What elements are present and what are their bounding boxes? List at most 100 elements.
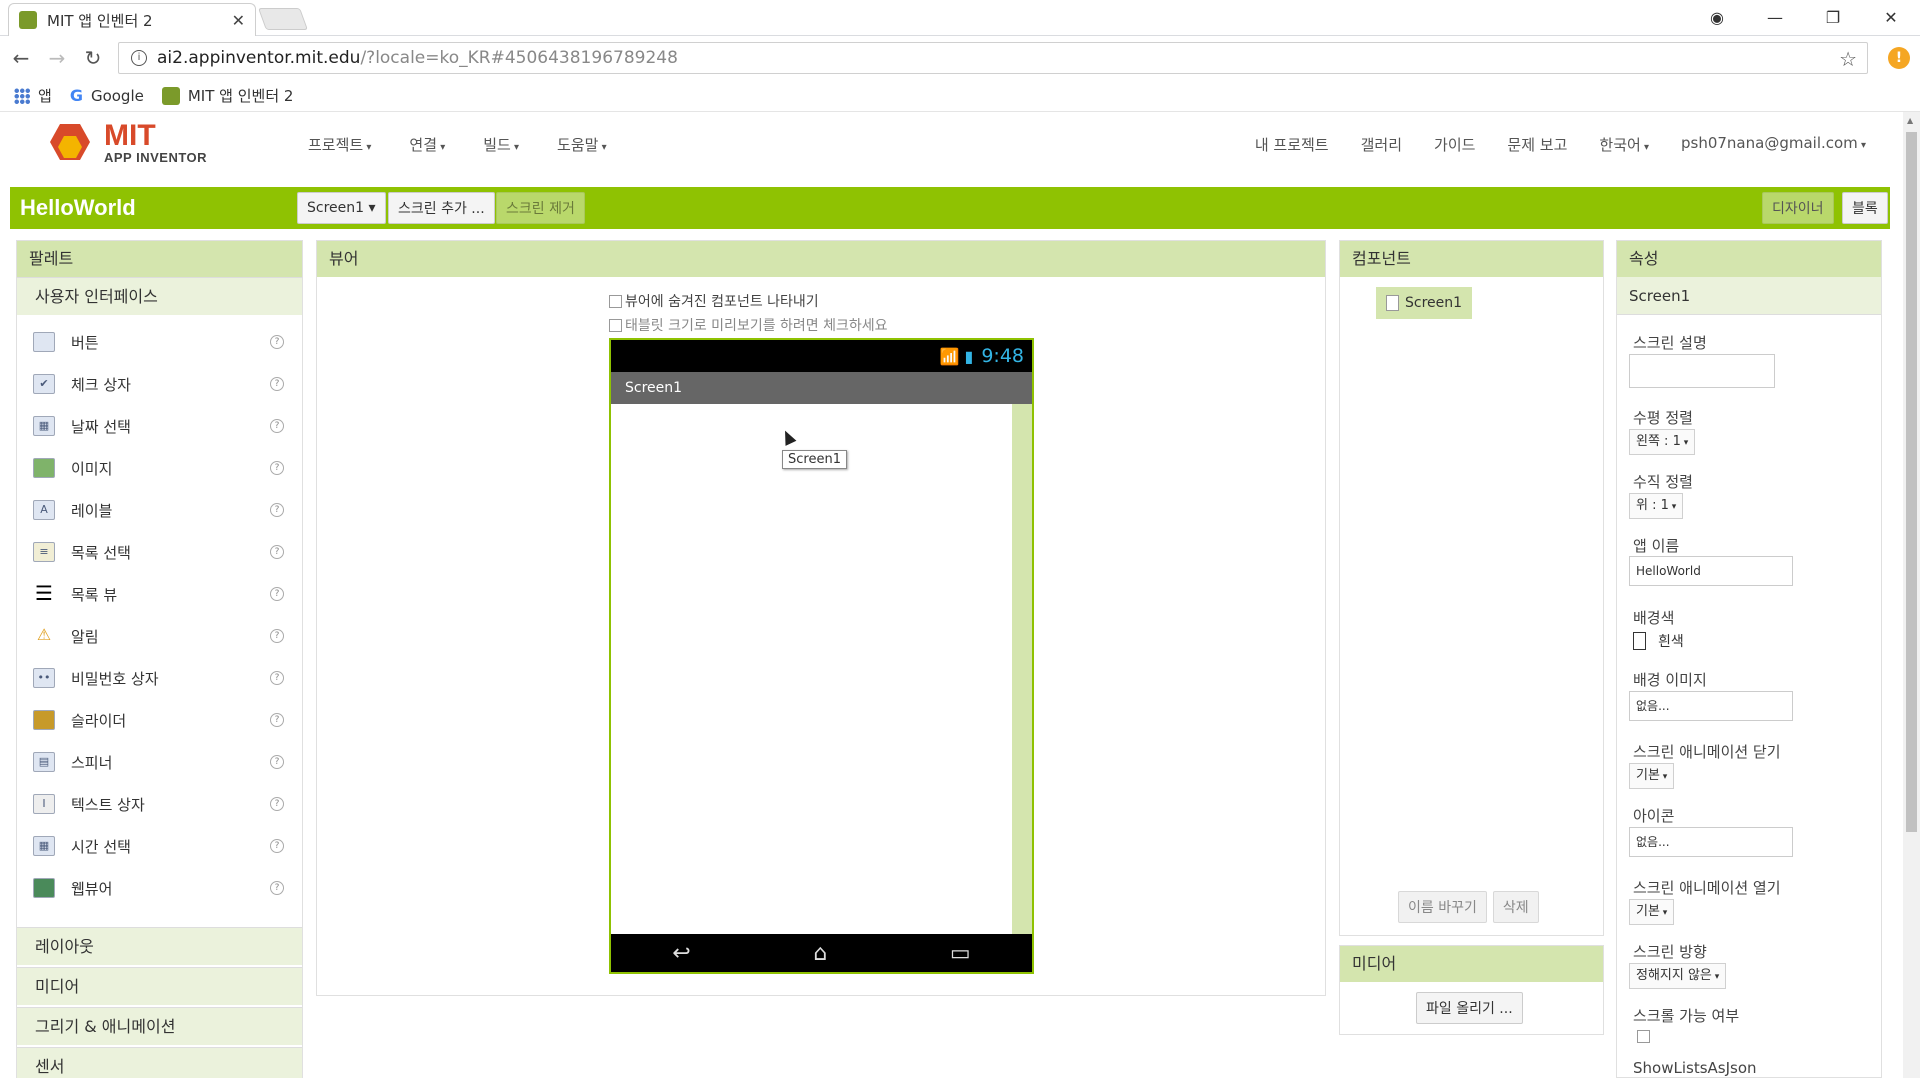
palette-item-checkbox[interactable]: ✔ 체크 상자? <box>17 363 302 405</box>
bookmark-apps[interactable]: 앱 <box>14 85 52 106</box>
phone-preview[interactable]: 📶 ▮ 9:48 Screen1 ↩ ⌂ ▭ <box>609 338 1034 974</box>
help-icon[interactable]: ? <box>270 587 284 601</box>
window-close-icon[interactable]: ✕ <box>1862 8 1920 27</box>
help-icon[interactable]: ? <box>270 377 284 391</box>
tablet-preview-checkbox[interactable] <box>609 318 622 332</box>
tab-title: MIT 앱 인벤터 2 <box>47 11 153 30</box>
help-icon[interactable]: ? <box>270 419 284 433</box>
reload-icon[interactable]: ↻ <box>78 46 108 70</box>
project-name: HelloWorld <box>20 195 136 220</box>
scroll-up-icon[interactable]: ▲ <box>1907 116 1913 125</box>
align-vertical-select[interactable]: 위 : 1 <box>1629 493 1684 519</box>
help-icon[interactable]: ? <box>270 503 284 517</box>
palette-item-image[interactable]: 이미지? <box>17 447 302 489</box>
site-info-icon[interactable]: i <box>131 50 147 66</box>
palette-item-notifier[interactable]: ⚠ 알림? <box>17 615 302 657</box>
palette-item-slider[interactable]: 슬라이더? <box>17 699 302 741</box>
help-icon[interactable]: ? <box>270 797 284 811</box>
background-image-input[interactable]: 없음... <box>1629 691 1793 721</box>
background-color-picker[interactable]: 흰색 <box>1633 631 1684 651</box>
help-icon[interactable]: ? <box>270 881 284 895</box>
screen-select-label: Screen1 <box>307 200 365 216</box>
slider-icon <box>33 710 55 730</box>
help-icon[interactable]: ? <box>270 671 284 685</box>
close-animation-select[interactable]: 기본 <box>1629 763 1675 789</box>
align-horizontal-select[interactable]: 왼쪽 : 1 <box>1629 429 1696 455</box>
category-layout[interactable]: 레이아웃 <box>17 927 302 965</box>
palette-item-date-picker[interactable]: ▦ 날짜 선택? <box>17 405 302 447</box>
bookmark-star-icon[interactable]: ☆ <box>1839 47 1857 71</box>
palette-item-password[interactable]: •• 비밀번호 상자? <box>17 657 302 699</box>
designer-button[interactable]: 디자이너 <box>1762 192 1834 224</box>
upload-file-button[interactable]: 파일 올리기 ... <box>1416 992 1523 1024</box>
scrollable-checkbox[interactable] <box>1637 1030 1650 1043</box>
component-tree-screen1[interactable]: Screen1 <box>1376 287 1473 319</box>
menu-report[interactable]: 문제 보고 <box>1507 134 1567 155</box>
palette-item-label: 체크 상자 <box>71 375 131 394</box>
restore-icon[interactable]: ❐ <box>1804 8 1862 27</box>
category-media[interactable]: 미디어 <box>17 967 302 1005</box>
help-icon[interactable]: ? <box>270 629 284 643</box>
category-user-interface[interactable]: 사용자 인터페이스 <box>17 277 302 315</box>
tablet-preview-row[interactable]: 태블릿 크기로 미리보기를 하려면 체크하세요 <box>609 315 888 335</box>
add-screen-button[interactable]: 스크린 추가 ... <box>388 192 495 224</box>
help-icon[interactable]: ? <box>270 461 284 475</box>
palette-item-time-picker[interactable]: ▦ 시간 선택? <box>17 825 302 867</box>
palette-item-textbox[interactable]: I 텍스트 상자? <box>17 783 302 825</box>
bookmark-google[interactable]: G Google <box>70 86 144 105</box>
palette-item-label[interactable]: A 레이블? <box>17 489 302 531</box>
phone-screen-content[interactable] <box>611 404 1032 934</box>
help-icon[interactable]: ? <box>270 545 284 559</box>
category-drawing-animation[interactable]: 그리기 & 애니메이션 <box>17 1007 302 1045</box>
menu-build[interactable]: 빌드 <box>483 134 519 155</box>
delete-button[interactable]: 삭제 <box>1492 891 1539 923</box>
menu-connect[interactable]: 연결 <box>409 134 445 155</box>
about-screen-textarea[interactable] <box>1629 354 1775 388</box>
browser-tab[interactable]: MIT 앱 인벤터 2 ✕ <box>8 3 256 36</box>
back-icon[interactable]: ← <box>6 46 36 70</box>
app-inventor-logo[interactable]: MIT APP INVENTOR <box>44 118 207 166</box>
menu-language[interactable]: 한국어 <box>1599 134 1649 155</box>
help-icon[interactable]: ? <box>270 713 284 727</box>
blocks-button[interactable]: 블록 <box>1842 192 1888 224</box>
palette-item-list-view[interactable]: ☰ 목록 뷰? <box>17 573 302 615</box>
menu-gallery[interactable]: 갤러리 <box>1361 134 1402 155</box>
properties-title: 속성 <box>1617 241 1881 277</box>
menu-my-projects[interactable]: 내 프로젝트 <box>1255 134 1329 155</box>
menu-help[interactable]: 도움말 <box>557 134 607 155</box>
update-alert-icon[interactable]: ! <box>1888 47 1910 69</box>
show-hidden-row[interactable]: 뷰어에 숨겨진 컴포넌트 나타내기 <box>609 291 819 311</box>
menu-account[interactable]: psh07nana@gmail.com <box>1681 134 1866 155</box>
address-bar[interactable]: i ai2.appinventor.mit.edu /?locale=ko_KR… <box>118 42 1868 74</box>
open-animation-select[interactable]: 기본 <box>1629 899 1675 925</box>
palette-item-label: 스피너 <box>71 753 113 772</box>
tab-close-icon[interactable]: ✕ <box>232 11 245 30</box>
menu-guide[interactable]: 가이드 <box>1434 134 1475 155</box>
palette-item-list-picker[interactable]: ≡ 목록 선택? <box>17 531 302 573</box>
menu-project[interactable]: 프로젝트 <box>308 134 371 155</box>
screen-select[interactable]: Screen1 ▾ <box>297 192 386 224</box>
page-scrollbar[interactable]: ▲ <box>1903 112 1920 1078</box>
rename-button[interactable]: 이름 바꾸기 <box>1398 891 1487 923</box>
icon-input[interactable]: 없음... <box>1629 827 1793 857</box>
help-icon[interactable]: ? <box>270 755 284 769</box>
bookmark-app-inventor[interactable]: MIT 앱 인벤터 2 <box>161 85 293 106</box>
help-icon[interactable]: ? <box>270 335 284 349</box>
new-tab-button[interactable] <box>257 8 309 30</box>
screen-orientation-select[interactable]: 정해지지 않은 <box>1629 963 1727 989</box>
minimize-icon[interactable]: — <box>1746 8 1804 27</box>
app-name-input[interactable]: HelloWorld <box>1629 556 1793 586</box>
remove-screen-button[interactable]: 스크린 제거 <box>496 192 585 224</box>
category-sensors[interactable]: 센서 <box>17 1047 302 1078</box>
account-icon[interactable]: ◉ <box>1688 8 1746 27</box>
palette-item-webviewer[interactable]: 웹뷰어? <box>17 867 302 909</box>
help-icon[interactable]: ? <box>270 839 284 853</box>
forward-icon[interactable]: → <box>42 46 72 70</box>
tablet-preview-label: 태블릿 크기로 미리보기를 하려면 체크하세요 <box>625 318 888 334</box>
palette-item-spinner[interactable]: ▤ 스피너? <box>17 741 302 783</box>
components-title: 컴포넌트 <box>1340 241 1603 277</box>
user-menu: 내 프로젝트 갤러리 가이드 문제 보고 한국어 psh07nana@gmail… <box>1223 134 1866 155</box>
show-hidden-checkbox[interactable] <box>609 294 622 308</box>
palette-item-button[interactable]: 버튼? <box>17 321 302 363</box>
scrollbar-thumb[interactable] <box>1906 132 1917 832</box>
